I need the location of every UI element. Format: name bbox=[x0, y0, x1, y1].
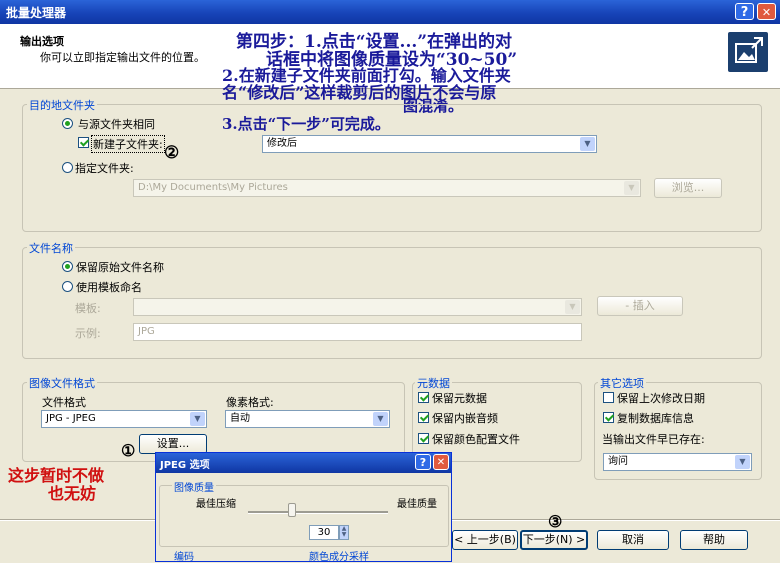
keep-metadata-label: 保留元数据 bbox=[432, 392, 487, 405]
same-as-source-radio[interactable] bbox=[62, 118, 73, 129]
keep-audio-checkbox[interactable] bbox=[418, 412, 429, 423]
chevron-down-icon[interactable]: ▼ bbox=[735, 455, 750, 469]
chevron-down-icon[interactable]: ▼ bbox=[580, 137, 595, 151]
chroma-label: 颜色成分采样 bbox=[309, 552, 369, 563]
new-subfolder-label: 新建子文件夹: bbox=[91, 135, 165, 153]
keep-modified-date-checkbox[interactable] bbox=[603, 392, 614, 403]
browse-button[interactable]: 浏览... bbox=[654, 178, 722, 198]
other-options-group-label: 其它选项 bbox=[598, 375, 646, 391]
file-exists-combo[interactable]: 询问 ▼ bbox=[603, 453, 752, 471]
help-title-button[interactable]: ? bbox=[735, 3, 754, 20]
specify-folder-label: 指定文件夹: bbox=[75, 162, 134, 175]
file-format-value: JPG - JPEG bbox=[46, 413, 96, 424]
same-as-source-label: 与源文件夹相同 bbox=[78, 118, 155, 131]
new-subfolder-checkbox[interactable] bbox=[78, 137, 89, 148]
best-quality-label: 最佳质量 bbox=[397, 499, 437, 510]
keep-color-profile-checkbox[interactable] bbox=[418, 433, 429, 444]
quality-slider-thumb[interactable] bbox=[287, 503, 296, 517]
close-title-button[interactable]: ✕ bbox=[757, 3, 776, 20]
annotation-marker-1: ① bbox=[121, 441, 136, 460]
pixel-format-label: 像素格式: bbox=[226, 396, 274, 409]
format-group-label: 图像文件格式 bbox=[27, 375, 97, 391]
insert-button[interactable]: - 插入 bbox=[597, 296, 683, 316]
file-exists-value: 询问 bbox=[608, 456, 628, 467]
header-subtitle: 你可以立即指定输出文件的位置。 bbox=[40, 51, 205, 64]
keep-original-name-radio[interactable] bbox=[62, 261, 73, 272]
specify-folder-radio[interactable] bbox=[62, 162, 73, 173]
annotation-marker-3: ③ bbox=[548, 512, 563, 531]
template-label: 模板: bbox=[75, 302, 101, 315]
quality-slider-track bbox=[248, 511, 388, 514]
cancel-button[interactable]: 取消 bbox=[597, 530, 669, 550]
copy-db-info-checkbox[interactable] bbox=[603, 412, 614, 423]
keep-audio-label: 保留内嵌音频 bbox=[432, 412, 498, 425]
help-button[interactable]: 帮助 bbox=[680, 530, 748, 550]
subfolder-name-value: 修改后 bbox=[267, 138, 297, 149]
chevron-down-icon[interactable]: ▼ bbox=[624, 181, 639, 195]
keep-modified-date-label: 保留上次修改日期 bbox=[617, 392, 705, 405]
keep-original-name-label: 保留原始文件名称 bbox=[76, 261, 164, 274]
use-template-label: 使用模板命名 bbox=[76, 281, 142, 294]
example-label: 示例: bbox=[75, 327, 101, 340]
chevron-down-icon[interactable]: ▼ bbox=[190, 412, 205, 426]
encode-label: 编码 bbox=[174, 552, 194, 563]
pixel-format-combo[interactable]: 自动 ▼ bbox=[225, 410, 390, 428]
jpeg-help-button[interactable]: ? bbox=[415, 454, 431, 470]
jpeg-dialog-title: JPEG 选项 bbox=[160, 460, 210, 471]
subfolder-name-combo[interactable]: 修改后 ▼ bbox=[262, 135, 597, 153]
annotation-marker-2: ② bbox=[164, 143, 180, 163]
chevron-down-icon[interactable]: ▼ bbox=[373, 412, 388, 426]
settings-button[interactable]: 设置... bbox=[139, 434, 207, 454]
next-button[interactable]: 下一步(N) > bbox=[520, 530, 588, 550]
filename-group-label: 文件名称 bbox=[27, 240, 75, 256]
metadata-group-label: 元数据 bbox=[415, 375, 452, 391]
title-bar: 批量处理器 ? ✕ bbox=[0, 0, 780, 24]
destination-group-label: 目的地文件夹 bbox=[27, 97, 97, 113]
chevron-down-icon[interactable]: ▼ bbox=[565, 300, 580, 314]
copy-db-info-label: 复制数据库信息 bbox=[617, 412, 694, 425]
folder-path-value: D:\My Documents\My Pictures bbox=[138, 182, 288, 193]
jpeg-dialog-title-bar: JPEG 选项 ? ✕ bbox=[156, 453, 451, 473]
annotation-note-line2: 也无妨 bbox=[48, 484, 97, 503]
example-field: JPG bbox=[133, 323, 582, 341]
window-title: 批量处理器 bbox=[6, 6, 67, 20]
file-format-combo[interactable]: JPG - JPEG ▼ bbox=[41, 410, 207, 428]
quality-spin-icon[interactable]: ▲ ▼ bbox=[339, 525, 349, 540]
quality-slider[interactable] bbox=[248, 497, 388, 517]
use-template-radio[interactable] bbox=[62, 281, 73, 292]
pixel-format-value: 自动 bbox=[230, 413, 250, 424]
file-format-label: 文件格式 bbox=[42, 396, 86, 409]
keep-color-profile-label: 保留颜色配置文件 bbox=[432, 433, 520, 446]
export-image-icon bbox=[728, 32, 768, 72]
keep-metadata-checkbox[interactable] bbox=[418, 392, 429, 403]
quality-group-label: 图像质量 bbox=[172, 479, 216, 494]
template-combo[interactable]: ▼ bbox=[133, 298, 582, 316]
best-compress-label: 最佳压缩 bbox=[196, 499, 236, 510]
header-title: 输出选项 bbox=[20, 35, 64, 48]
file-exists-label: 当输出文件早已存在: bbox=[602, 433, 705, 446]
jpeg-options-dialog: JPEG 选项 ? ✕ 图像质量 最佳压缩 最佳质量 30 ▲ ▼ 编码 颜色成分… bbox=[155, 452, 452, 563]
back-button[interactable]: < 上一步(B) bbox=[452, 530, 518, 550]
jpeg-close-button[interactable]: ✕ bbox=[433, 454, 449, 470]
folder-path-combo[interactable]: D:\My Documents\My Pictures ▼ bbox=[133, 179, 641, 197]
quality-value-field[interactable]: 30 bbox=[309, 525, 339, 540]
